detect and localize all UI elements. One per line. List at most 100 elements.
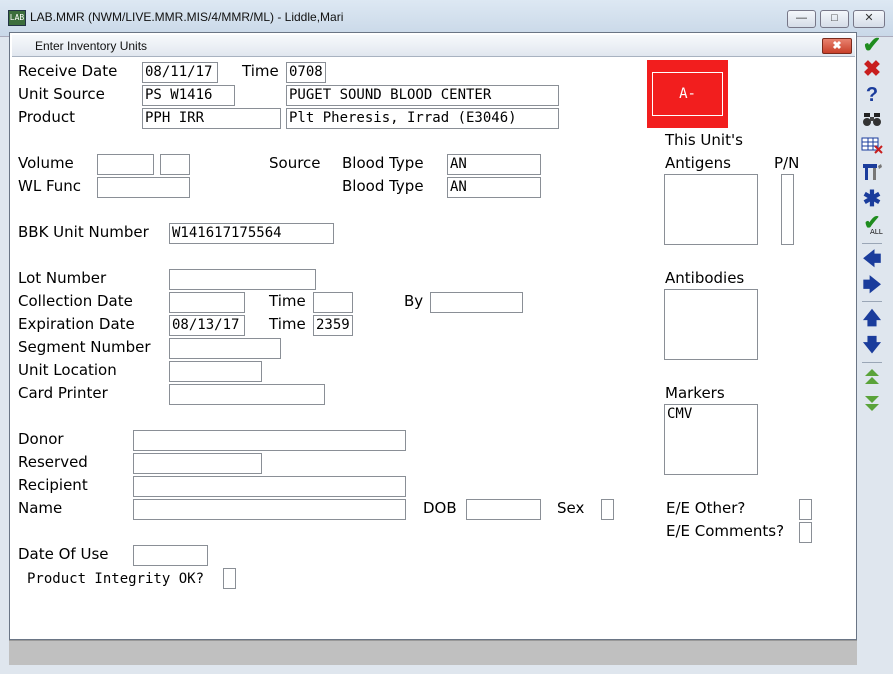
donor-field[interactable]: [133, 430, 406, 451]
expiration-date-field[interactable]: 08/13/17: [169, 315, 245, 336]
expiration-time-field[interactable]: 2359: [313, 315, 353, 336]
dob-field[interactable]: [466, 499, 541, 520]
ee-comments-field[interactable]: [799, 522, 812, 543]
grid-delete-icon: [861, 137, 883, 154]
cancel-button[interactable]: ✖: [860, 58, 884, 80]
recipient-label: Recipient: [18, 476, 88, 494]
ee-other-field[interactable]: [799, 499, 812, 520]
collection-time-label: Time: [269, 292, 306, 310]
double-chevron-up-icon: [865, 369, 879, 384]
recipient-field[interactable]: [133, 476, 406, 497]
lot-number-label: Lot Number: [18, 269, 107, 287]
dob-label: DOB: [423, 499, 457, 517]
date-of-use-field[interactable]: [133, 545, 208, 566]
binoculars-icon: [863, 113, 881, 126]
source-label: Source: [269, 154, 321, 172]
abo-rh-value: A-: [652, 72, 723, 116]
sex-field[interactable]: [601, 499, 614, 520]
prev-button[interactable]: 🡄: [860, 248, 884, 270]
window-title: LAB.MMR (NWM/LIVE.MMR.MIS/4/MMR/ML) - Li…: [30, 10, 344, 24]
segment-number-label: Segment Number: [18, 338, 151, 356]
wl-func-label: WL Func: [18, 177, 82, 195]
maximize-button[interactable]: □: [820, 10, 849, 28]
collection-date-field[interactable]: [169, 292, 245, 313]
ee-comments-label: E/E Comments?: [666, 522, 785, 540]
page-down-button[interactable]: [860, 393, 884, 415]
bbk-unit-number-label: BBK Unit Number: [18, 223, 149, 241]
antigens-label: Antigens: [665, 154, 731, 172]
segment-number-field[interactable]: [169, 338, 281, 359]
asterisk-button[interactable]: ✱: [860, 188, 884, 210]
unit-location-label: Unit Location: [18, 361, 117, 379]
sex-label: Sex: [557, 499, 585, 517]
unit-source-label: Unit Source: [18, 85, 105, 103]
source-blood-type-label: Blood Type: [342, 154, 424, 172]
product-integrity-field[interactable]: [223, 568, 236, 589]
antigens-list[interactable]: [664, 174, 758, 245]
double-chevron-down-icon: [865, 396, 879, 411]
reserved-field[interactable]: [133, 453, 262, 474]
product-integrity-label: Product Integrity OK?: [27, 571, 205, 587]
receive-date-field[interactable]: 08/11/17: [142, 62, 218, 83]
product-label: Product: [18, 108, 75, 126]
name-label: Name: [18, 499, 63, 517]
dialog-title: Enter Inventory Units: [35, 39, 148, 53]
expiration-date-label: Expiration Date: [18, 315, 135, 333]
expiration-time-label: Time: [269, 315, 306, 333]
receive-date-label: Receive Date: [18, 62, 118, 80]
dialog-close-button[interactable]: ✖: [822, 38, 852, 54]
receive-time-field[interactable]: 0708: [286, 62, 326, 83]
asterisk-icon: ✱: [862, 186, 882, 211]
ok-button[interactable]: ✔: [860, 34, 884, 56]
up-button[interactable]: 🡅: [860, 307, 884, 329]
collection-time-field[interactable]: [313, 292, 353, 313]
card-printer-field[interactable]: [169, 384, 325, 405]
status-bar: [9, 640, 857, 665]
next-button[interactable]: 🡆: [860, 274, 884, 296]
markers-label: Markers: [665, 384, 725, 402]
help-button[interactable]: ?: [860, 84, 884, 106]
bbk-unit-number-field[interactable]: W141617175564: [169, 223, 334, 244]
arrow-down-icon: 🡇: [862, 335, 882, 355]
antibodies-label: Antibodies: [665, 269, 745, 287]
page-up-button[interactable]: [860, 367, 884, 389]
source-blood-type-field[interactable]: AN: [447, 154, 541, 175]
markers-list[interactable]: CMV: [664, 404, 758, 475]
receive-time-label: Time: [242, 62, 279, 80]
grid-edit-button[interactable]: [860, 136, 884, 158]
unit-source-code-field[interactable]: PS W1416: [142, 85, 235, 106]
volume-unit-field[interactable]: [160, 154, 190, 175]
find-button[interactable]: [860, 110, 884, 132]
red-x-icon: ✖: [862, 56, 882, 81]
reserved-label: Reserved: [18, 453, 88, 471]
volume-field[interactable]: [97, 154, 154, 175]
by-label: By: [404, 292, 424, 310]
blood-type-field[interactable]: AN: [447, 177, 541, 198]
down-button[interactable]: 🡇: [860, 334, 884, 356]
minimize-button[interactable]: —: [787, 10, 816, 28]
wl-func-field[interactable]: [97, 177, 190, 198]
antibodies-list[interactable]: [664, 289, 758, 360]
ee-other-label: E/E Other?: [666, 499, 746, 517]
tools-button[interactable]: [860, 162, 884, 184]
question-icon: ?: [865, 84, 879, 106]
pn-list[interactable]: [781, 174, 794, 245]
toolbar-separator: [862, 362, 882, 363]
unit-location-field[interactable]: [169, 361, 262, 382]
this-units-label: This Unit's: [665, 131, 743, 149]
blood-type-label: Blood Type: [342, 177, 424, 195]
lot-number-field[interactable]: [169, 269, 316, 290]
unit-source-name-field: PUGET SOUND BLOOD CENTER: [286, 85, 559, 106]
toolbar-separator: [862, 243, 882, 244]
tools-icon: [863, 164, 882, 180]
collection-date-label: Collection Date: [18, 292, 133, 310]
product-code-field[interactable]: PPH IRR: [142, 108, 281, 129]
app-icon: LAB: [8, 10, 26, 26]
pn-label: P/N: [774, 154, 800, 172]
toolbar-separator: [862, 301, 882, 302]
close-window-button[interactable]: ✕: [853, 10, 885, 28]
arrow-right-icon: 🡆: [862, 275, 882, 295]
arrow-up-icon: 🡅: [862, 308, 882, 328]
by-field[interactable]: [430, 292, 523, 313]
name-field[interactable]: [133, 499, 406, 520]
